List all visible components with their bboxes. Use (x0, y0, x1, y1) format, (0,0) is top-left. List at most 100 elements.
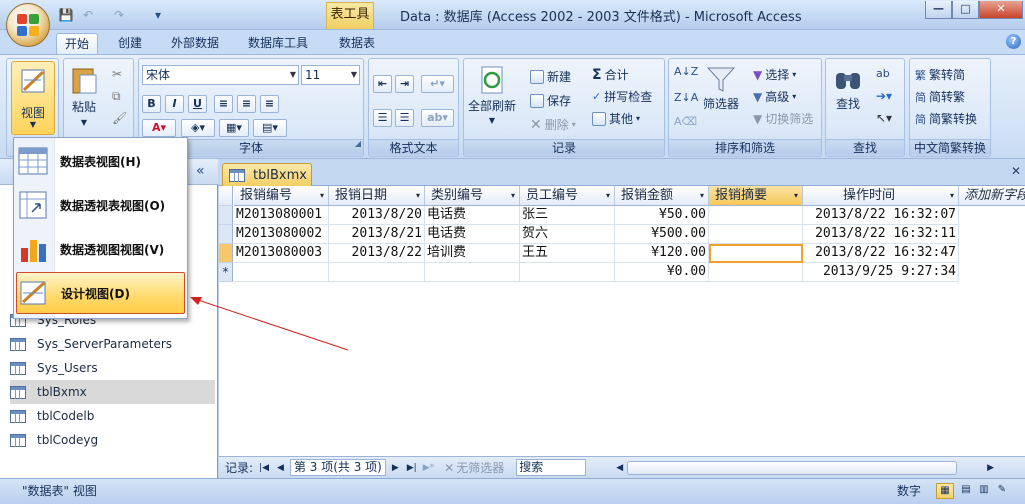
pivotchart-status-icon[interactable]: ▥ (976, 483, 992, 499)
italic-button[interactable]: I (165, 95, 184, 113)
nav-item-tblcodeyg[interactable]: tblCodeyg (10, 428, 215, 452)
toggle-filter-button[interactable]: ▼ 切换筛选 (753, 110, 813, 127)
column-header[interactable]: 报销日期 ▾ (329, 186, 425, 206)
next-record-icon[interactable]: ▶ (392, 463, 399, 473)
table-cell[interactable]: 贺六 (520, 225, 615, 244)
refresh-all-button[interactable]: 全部刷新 ▼ (468, 65, 516, 125)
table-cell[interactable] (709, 206, 803, 225)
select-all-cell[interactable] (219, 186, 233, 206)
save-icon[interactable]: 💾 (58, 7, 74, 23)
delete-record-button[interactable]: ✕ 删除 ▾ (530, 116, 576, 133)
dialog-launcher-icon[interactable]: ◢ (355, 136, 361, 152)
row-selector[interactable] (219, 225, 233, 244)
design-view-status-icon[interactable]: ✎ (994, 483, 1010, 499)
numbering-icon[interactable]: ☰ (395, 109, 414, 127)
undo-icon[interactable]: ↶ (80, 7, 96, 23)
font-size-combo[interactable]: 11 ▼ (301, 65, 360, 85)
menu-item-datasheet-view[interactable]: 数据表视图(H) (16, 140, 185, 182)
last-record-icon[interactable]: ▶| (407, 463, 417, 473)
add-new-field-header[interactable]: 添加新字段 (959, 186, 1025, 206)
table-cell[interactable]: 2013/8/22 16:32:11 (803, 225, 959, 244)
row-selector-current[interactable] (219, 244, 233, 263)
nav-item-sys-users[interactable]: Sys_Users (10, 356, 215, 380)
column-header[interactable]: 操作时间 ▾ (803, 186, 959, 206)
paste-button[interactable]: 粘贴 ▼ (70, 65, 98, 127)
convert-button[interactable]: 简简繁转换 (915, 110, 977, 127)
table-cell-focused[interactable] (709, 244, 803, 263)
search-input[interactable]: 搜索 (516, 459, 587, 476)
new-record-nav-icon[interactable]: ▶* (423, 463, 434, 473)
customize-qat-icon[interactable]: ▾ (150, 7, 166, 23)
alternate-fill-icon[interactable]: ▤▾ (253, 119, 287, 137)
table-cell[interactable]: ¥50.00 (615, 206, 709, 225)
table-cell[interactable]: M2013080001 (234, 206, 329, 225)
align-left-icon[interactable]: ≡ (214, 95, 233, 113)
previous-record-icon[interactable]: ◀ (277, 463, 284, 473)
highlight-icon[interactable]: ab▾ (421, 109, 454, 127)
no-filter-button[interactable]: ✕ 无筛选器 (444, 459, 504, 476)
save-record-button[interactable]: 保存 (530, 92, 571, 109)
column-header-active[interactable]: 报销摘要 ▾ (709, 186, 803, 206)
tab-datasheet[interactable]: 数据表 (331, 33, 383, 54)
decrease-indent-icon[interactable]: ⇤ (373, 75, 392, 93)
new-record-button[interactable]: 新建 (530, 68, 571, 85)
spelling-button[interactable]: ✓ 拼写检查 (592, 88, 652, 105)
gridlines-icon[interactable]: ▦▾ (219, 119, 249, 137)
table-cell[interactable]: 电话费 (425, 225, 520, 244)
clear-sort-icon[interactable]: A⌫ (674, 115, 697, 128)
sort-descending-icon[interactable]: Z↓A (674, 91, 698, 104)
new-row-selector[interactable]: * (219, 263, 233, 282)
table-cell[interactable]: 2013/8/22 16:32:47 (803, 244, 959, 263)
copy-icon[interactable]: ⧉ (112, 89, 121, 104)
align-right-icon[interactable]: ≡ (260, 95, 279, 113)
row-selector[interactable] (219, 206, 233, 225)
font-name-combo[interactable]: 宋体 ▼ (142, 65, 299, 85)
redo-icon[interactable]: ↷ (111, 7, 127, 23)
collapse-nav-icon[interactable]: « (196, 163, 205, 179)
menu-item-pivottable-view[interactable]: 数据透视表视图(O) (16, 184, 185, 226)
select-icon[interactable]: ↖▾ (876, 111, 892, 125)
horizontal-scrollbar-thumb[interactable] (627, 460, 958, 475)
format-painter-icon[interactable]: 🖌 (112, 111, 127, 125)
first-record-icon[interactable]: |◀ (259, 463, 269, 473)
increase-indent-icon[interactable]: ⇥ (395, 75, 414, 93)
menu-item-pivotchart-view[interactable]: 数据透视图视图(V) (16, 228, 185, 270)
replace-icon[interactable]: ab (876, 67, 890, 80)
totals-button[interactable]: Σ 合计 (592, 66, 629, 83)
view-button[interactable]: 视图 ▼ (11, 61, 55, 135)
more-button[interactable]: 其他 ▾ (592, 110, 640, 127)
current-record-field[interactable]: 第 3 项(共 3 项) (289, 459, 386, 476)
table-cell[interactable]: 2013/8/20 (329, 206, 425, 225)
to-traditional-button[interactable]: 简简转繁 (915, 88, 965, 105)
table-cell[interactable]: 张三 (520, 206, 615, 225)
table-cell[interactable] (709, 263, 803, 282)
sort-ascending-icon[interactable]: A↓Z (674, 65, 698, 78)
table-cell[interactable]: 电话费 (425, 206, 520, 225)
fill-color-icon[interactable]: ◈▾ (181, 119, 215, 137)
minimize-button[interactable]: — (925, 1, 952, 19)
table-cell[interactable]: 王五 (520, 244, 615, 263)
table-cell[interactable] (520, 263, 615, 282)
document-tab-tblbxmx[interactable]: tblBxmx (222, 163, 312, 186)
table-cell[interactable]: 2013/8/21 (329, 225, 425, 244)
close-button[interactable]: ✕ (979, 1, 1023, 19)
align-center-icon[interactable]: ≡ (237, 95, 256, 113)
maximize-button[interactable]: □ (952, 1, 979, 19)
bold-button[interactable]: B (142, 95, 161, 113)
table-cell[interactable] (709, 225, 803, 244)
datasheet-view-status-icon[interactable]: ▦ (936, 483, 954, 499)
to-simplified-button[interactable]: 繁繁转简 (915, 66, 965, 83)
font-color-icon[interactable]: A▾ (142, 119, 176, 137)
table-cell[interactable]: ¥500.00 (615, 225, 709, 244)
tab-create[interactable]: 创建 (110, 33, 150, 54)
pivottable-status-icon[interactable]: ▤ (958, 483, 974, 499)
office-button[interactable] (6, 3, 50, 47)
underline-button[interactable]: U (188, 95, 207, 113)
table-cell[interactable]: M2013080002 (234, 225, 329, 244)
table-cell[interactable] (329, 263, 425, 282)
cut-icon[interactable]: ✂ (112, 67, 122, 81)
tab-external-data[interactable]: 外部数据 (163, 33, 227, 54)
table-cell[interactable] (234, 263, 329, 282)
close-document-icon[interactable]: ✕ (1011, 164, 1021, 178)
filter-button[interactable]: 筛选器 (703, 65, 739, 112)
